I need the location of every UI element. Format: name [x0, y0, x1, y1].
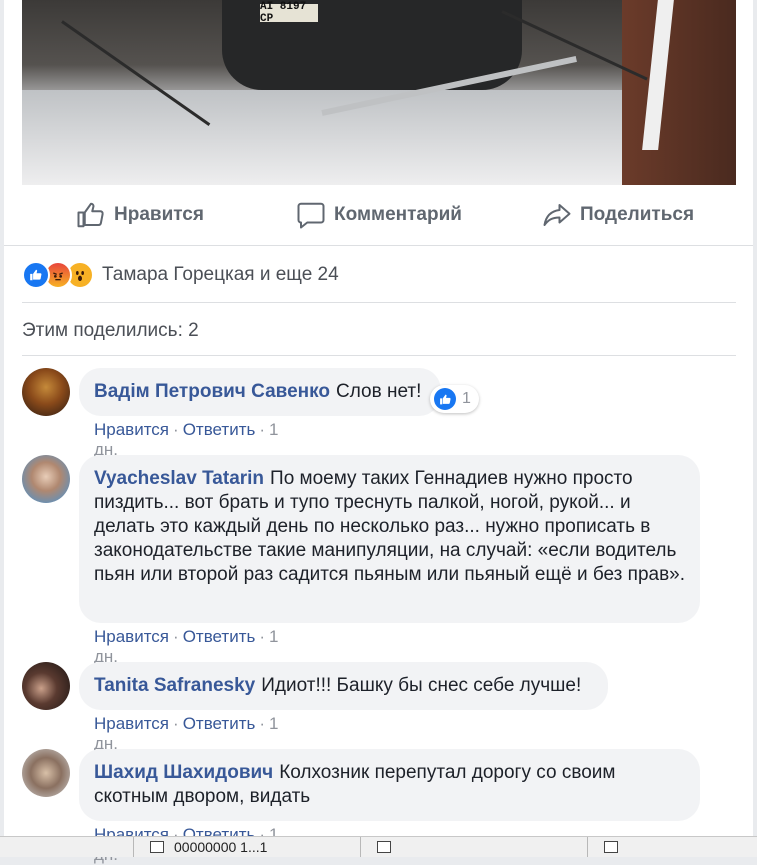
comment-bubble: Шахид Шахидович Колхозник перепутал дорог…	[79, 749, 700, 821]
comment-author[interactable]: Вадім Петрович Савенко	[94, 381, 330, 402]
taskbar-item[interactable]: 00000000 1...1	[133, 837, 360, 857]
comment-bubble: Вадім Петрович Савенко Слов нет!	[79, 368, 441, 416]
reactions-text: Тамара Горецкая и еще 24	[102, 264, 339, 285]
reactions-summary[interactable]: Тамара Горецкая и еще 24	[22, 260, 339, 290]
taskbar-item[interactable]	[587, 837, 757, 857]
comment-reply-link[interactable]: Ответить	[183, 627, 256, 646]
comment-author[interactable]: Tanita Safranesky	[94, 675, 255, 696]
comment-meta: Нравится·Ответить·1 дн.	[94, 420, 279, 459]
photo-fence	[622, 0, 736, 185]
divider	[22, 302, 736, 303]
post-photo[interactable]: AI 8197 CP	[22, 0, 736, 185]
comment-text: Идиот!!! Башку бы снес себе лучше!	[261, 675, 582, 696]
photo-license-plate: AI 8197 CP	[260, 1, 318, 25]
comment-text: Слов нет!	[335, 381, 422, 402]
window-icon	[604, 841, 618, 853]
avatar[interactable]	[22, 368, 70, 416]
taskbar: 00000000 1...1	[0, 836, 757, 857]
taskbar-item[interactable]	[360, 837, 587, 857]
divider	[22, 355, 736, 356]
like-label: Нравится	[114, 204, 204, 225]
comment-bubble: Vyacheslav Tatarin По моему таких Геннади…	[79, 455, 700, 623]
window-icon	[150, 841, 164, 853]
comment-reaction-badge[interactable]: 1	[430, 385, 479, 413]
avatar[interactable]	[22, 662, 70, 710]
comment-bubble: Tanita Safranesky Идиот!!! Башку бы снес …	[79, 662, 608, 710]
share-label: Поделиться	[580, 204, 695, 225]
like-reaction-icon	[434, 388, 456, 410]
post-action-bar: Нравится Комментарий Поделиться	[4, 185, 753, 246]
shares-count[interactable]: Этим поделились: 2	[22, 320, 199, 342]
like-button[interactable]: Нравится	[76, 185, 204, 245]
comment-like-link[interactable]: Нравится	[94, 420, 169, 439]
comment-bubble-icon	[297, 202, 325, 229]
comment-author[interactable]: Vyacheslav Tatarin	[94, 468, 264, 489]
comment-like-link[interactable]: Нравится	[94, 627, 169, 646]
comment-button[interactable]: Комментарий	[296, 185, 462, 245]
avatar[interactable]	[22, 455, 70, 503]
taskbar-item-label: 00000000 1...1	[174, 839, 268, 855]
like-reaction-icon	[22, 261, 50, 289]
window-icon	[377, 841, 391, 853]
comment-reply-link[interactable]: Ответить	[183, 420, 256, 439]
reaction-count: 1	[462, 390, 471, 407]
comment-label: Комментарий	[334, 204, 462, 225]
comment-meta: Нравится·Ответить·1 дн.	[94, 714, 279, 753]
share-button[interactable]: Поделиться	[542, 185, 694, 245]
comment-meta: Нравится·Ответить·1 дн.	[94, 627, 279, 666]
avatar[interactable]	[22, 749, 70, 797]
share-arrow-icon	[543, 204, 571, 226]
comment-like-link[interactable]: Нравится	[94, 714, 169, 733]
comment-author[interactable]: Шахид Шахидович	[94, 762, 273, 783]
thumbs-up-icon	[77, 202, 104, 228]
comment-reply-link[interactable]: Ответить	[183, 714, 256, 733]
